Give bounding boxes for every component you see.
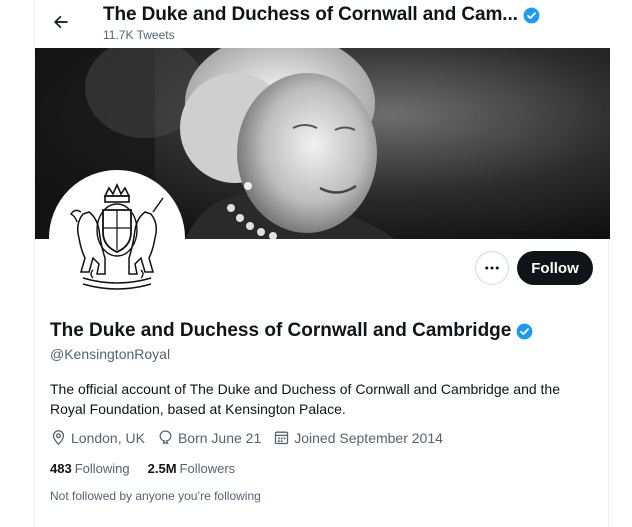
followers-link[interactable]: 2.5M Followers bbox=[148, 461, 236, 476]
calendar-icon bbox=[275, 431, 289, 445]
back-arrow-icon bbox=[54, 15, 68, 29]
location-item: London, UK bbox=[50, 429, 145, 446]
verified-badge-icon bbox=[522, 6, 541, 25]
location-icon bbox=[52, 430, 65, 446]
following-label: Following bbox=[74, 461, 130, 476]
header-title-row: The Duke and Duchess of Cornwall and Cam… bbox=[103, 4, 541, 26]
avatar[interactable] bbox=[49, 170, 185, 306]
not-followed-text: Not followed by anyone you’re following bbox=[50, 489, 261, 503]
birthday-icon bbox=[159, 430, 172, 444]
royal-coat-of-arms bbox=[53, 174, 181, 302]
profile-meta: London, UK Born June 21 Joined September… bbox=[50, 429, 455, 446]
profile-handle: @KensingtonRoyal bbox=[50, 346, 171, 362]
joined-item: Joined September 2014 bbox=[273, 429, 443, 446]
location-text: London, UK bbox=[71, 429, 145, 446]
followers-count: 2.5M bbox=[147, 461, 177, 476]
joined-text: Joined September 2014 bbox=[294, 429, 443, 446]
more-button[interactable] bbox=[475, 251, 509, 285]
back-button[interactable] bbox=[45, 6, 77, 38]
top-header: The Duke and Duchess of Cornwall and Cam… bbox=[35, 0, 610, 48]
birthday-item: Born June 21 bbox=[157, 429, 261, 446]
profile-name: The Duke and Duchess of Cornwall and Cam… bbox=[50, 320, 512, 341]
profile-bio: The official account of The Duke and Duc… bbox=[50, 381, 561, 417]
more-icon bbox=[485, 266, 499, 270]
profile-frame: The Duke and Duchess of Cornwall and Cam… bbox=[34, 0, 610, 527]
verified-badge-icon bbox=[515, 322, 534, 341]
birthday-text: Born June 21 bbox=[177, 429, 262, 446]
follow-button[interactable]: Follow bbox=[517, 251, 593, 285]
follow-stats: 483 Following 2.5M Followers bbox=[50, 461, 253, 476]
following-count: 483 bbox=[50, 461, 72, 476]
following-link[interactable]: 483 Following bbox=[50, 461, 130, 476]
profile-name-row: The Duke and Duchess of Cornwall and Cam… bbox=[50, 320, 534, 342]
followers-label: Followers bbox=[179, 461, 236, 476]
header-title: The Duke and Duchess of Cornwall and Cam… bbox=[103, 4, 518, 25]
tweet-count: 11.7K Tweets bbox=[103, 28, 175, 42]
